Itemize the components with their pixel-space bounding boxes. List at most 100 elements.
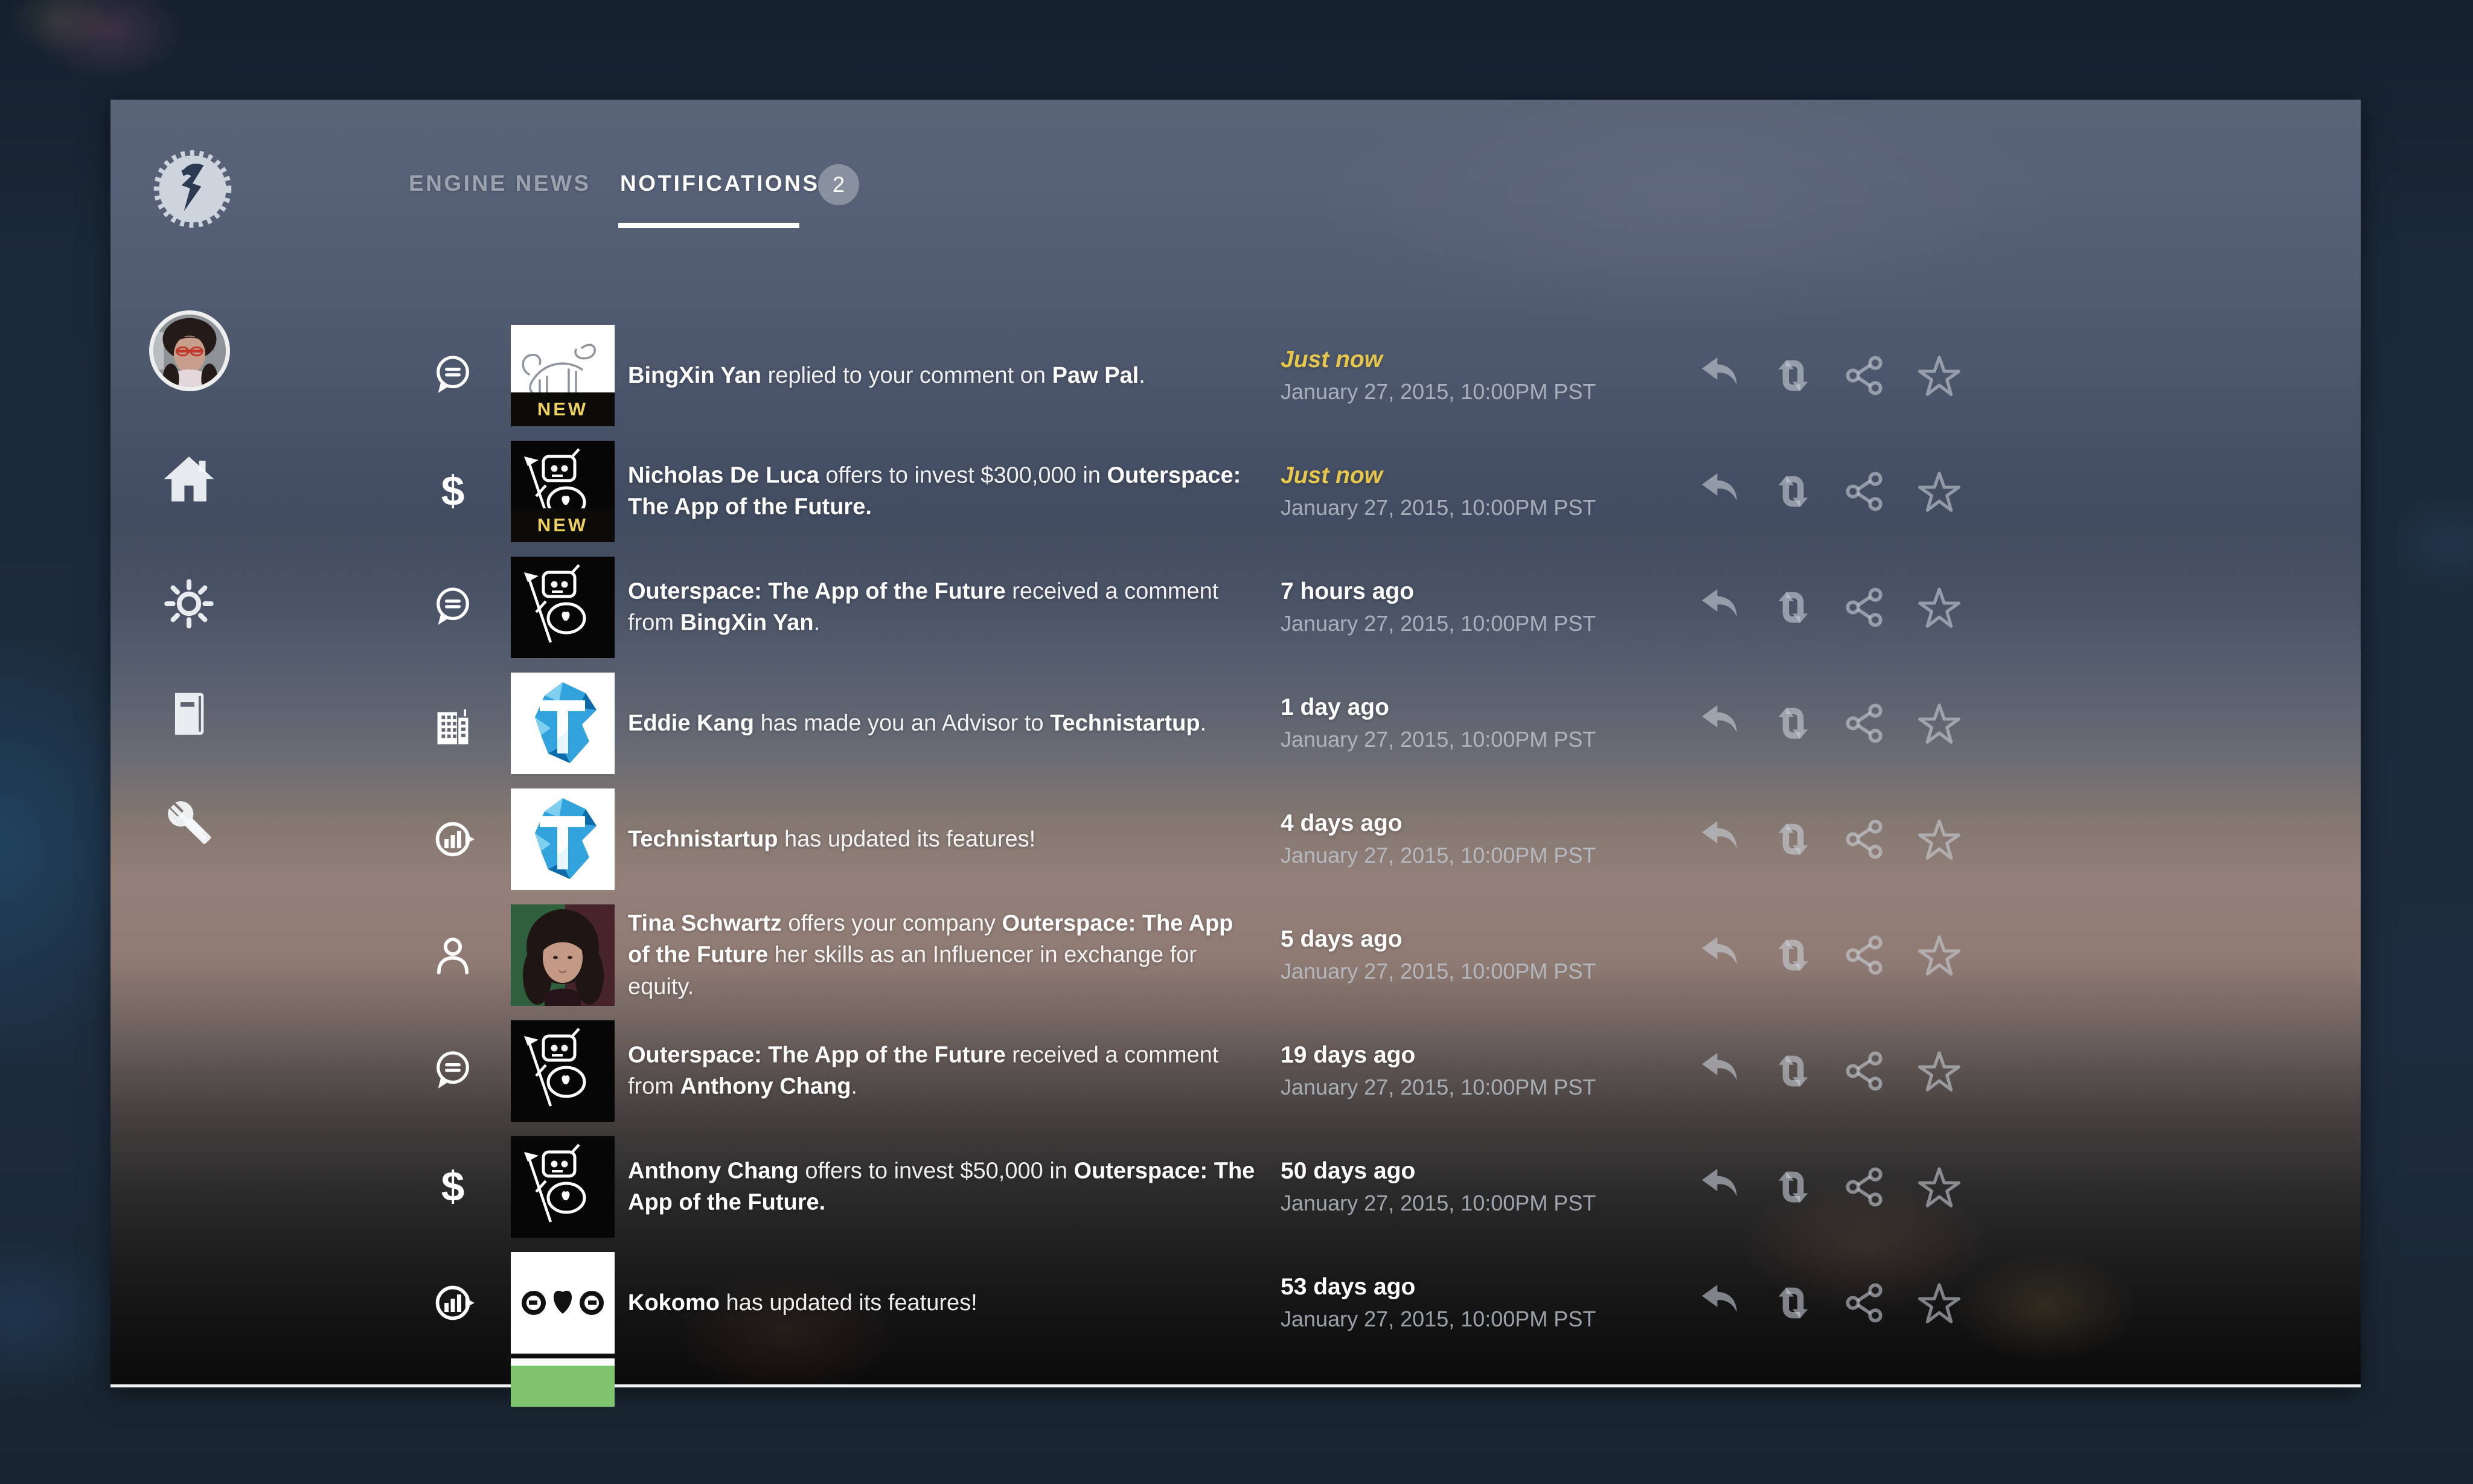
repost-button repost-icon[interactable] bbox=[1771, 353, 1816, 398]
share-button share-icon[interactable] bbox=[1844, 933, 1889, 977]
favorite-button star-icon[interactable] bbox=[1917, 701, 1962, 746]
reply-button reply-icon[interactable] bbox=[1698, 817, 1742, 862]
reply-button reply-icon[interactable] bbox=[1698, 353, 1742, 398]
notification-time: 1 day ago January 27, 2015, 10:00PM PST bbox=[1281, 694, 1596, 752]
notification-actions bbox=[1698, 1281, 1962, 1325]
new-badge-label: NEW bbox=[537, 398, 588, 420]
sidebar-item-home home-icon[interactable] bbox=[162, 452, 216, 505]
notification-type-icon bbox=[423, 701, 483, 746]
share-button share-icon[interactable] bbox=[1844, 1281, 1889, 1325]
sidebar-item-brightness sun-icon[interactable] bbox=[161, 575, 217, 632]
sidebar-item-notebook book-icon[interactable] bbox=[164, 688, 214, 738]
sidebar-user-avatar[interactable] bbox=[149, 310, 230, 391]
share-button share-icon[interactable] bbox=[1844, 585, 1889, 630]
full-date: January 27, 2015, 10:00PM PST bbox=[1281, 843, 1596, 868]
notification-avatar[interactable] bbox=[511, 1136, 615, 1238]
notification-time: 50 days ago January 27, 2015, 10:00PM PS… bbox=[1281, 1158, 1596, 1216]
notification-row: NEW BingXin Yan replied to your comment … bbox=[423, 318, 2349, 433]
reply-button reply-icon[interactable] bbox=[1698, 701, 1742, 746]
new-badge-label: NEW bbox=[537, 514, 588, 536]
notification-avatar[interactable]: NEW bbox=[511, 325, 615, 426]
notification-type-icon bbox=[423, 817, 483, 862]
full-date: January 27, 2015, 10:00PM PST bbox=[1281, 727, 1596, 752]
full-date: January 27, 2015, 10:00PM PST bbox=[1281, 379, 1596, 405]
favorite-button star-icon[interactable] bbox=[1917, 585, 1962, 630]
notification-row: Technistartup has updated its features! … bbox=[423, 781, 2349, 897]
repost-button repost-icon[interactable] bbox=[1771, 817, 1816, 862]
full-date: January 27, 2015, 10:00PM PST bbox=[1281, 959, 1596, 984]
favorite-button star-icon[interactable] bbox=[1917, 353, 1962, 398]
favorite-button star-icon[interactable] bbox=[1917, 817, 1962, 862]
relative-time: 4 days ago bbox=[1281, 810, 1596, 837]
notification-type-icon bbox=[423, 585, 483, 630]
notification-actions bbox=[1698, 1165, 1962, 1209]
reply-button reply-icon[interactable] bbox=[1698, 585, 1742, 630]
sidebar-item-tools wrench-screwdriver-icon[interactable] bbox=[162, 796, 216, 850]
reply-button reply-icon[interactable] bbox=[1698, 1281, 1742, 1325]
notification-type-icon bbox=[423, 933, 483, 977]
relative-time: 5 days ago bbox=[1281, 926, 1596, 953]
notification-time: 53 days ago January 27, 2015, 10:00PM PS… bbox=[1281, 1274, 1596, 1332]
relative-time: 19 days ago bbox=[1281, 1042, 1596, 1069]
notification-actions bbox=[1698, 469, 1962, 514]
share-button share-icon[interactable] bbox=[1844, 1049, 1889, 1093]
notification-time: 19 days ago January 27, 2015, 10:00PM PS… bbox=[1281, 1042, 1596, 1100]
notification-avatar[interactable] bbox=[511, 557, 615, 658]
relative-time: 1 day ago bbox=[1281, 694, 1596, 721]
reply-button reply-icon[interactable] bbox=[1698, 469, 1742, 514]
notification-text: Anthony Chang offers to invest $50,000 i… bbox=[628, 1156, 1259, 1219]
tab-notifications[interactable]: NOTIFICATIONS bbox=[620, 171, 820, 196]
share-button share-icon[interactable] bbox=[1844, 353, 1889, 398]
repost-button repost-icon[interactable] bbox=[1771, 1281, 1816, 1325]
notification-actions bbox=[1698, 701, 1962, 746]
notifications-count-badge: 2 bbox=[818, 164, 859, 205]
repost-button repost-icon[interactable] bbox=[1771, 1049, 1816, 1093]
notification-type-icon bbox=[423, 1281, 483, 1325]
notification-row: Anthony Chang offers to invest $50,000 i… bbox=[423, 1129, 2349, 1245]
notification-avatar[interactable] bbox=[511, 1252, 615, 1354]
full-date: January 27, 2015, 10:00PM PST bbox=[1281, 1191, 1596, 1216]
notification-time: 4 days ago January 27, 2015, 10:00PM PST bbox=[1281, 810, 1596, 868]
notification-avatar[interactable] bbox=[511, 904, 615, 1006]
repost-button repost-icon[interactable] bbox=[1771, 933, 1816, 977]
tab-engine-news[interactable]: ENGINE NEWS bbox=[409, 171, 591, 196]
favorite-button star-icon[interactable] bbox=[1917, 933, 1962, 977]
share-button share-icon[interactable] bbox=[1844, 469, 1889, 514]
notification-text: Eddie Kang has made you an Advisor to Te… bbox=[628, 708, 1259, 739]
repost-button repost-icon[interactable] bbox=[1771, 469, 1816, 514]
notification-row: Eddie Kang has made you an Advisor to Te… bbox=[423, 665, 2349, 781]
full-date: January 27, 2015, 10:00PM PST bbox=[1281, 1306, 1596, 1332]
notification-avatar[interactable] bbox=[511, 788, 615, 890]
share-button share-icon[interactable] bbox=[1844, 1165, 1889, 1209]
reply-button reply-icon[interactable] bbox=[1698, 1049, 1742, 1093]
notification-avatar[interactable] bbox=[511, 673, 615, 774]
share-button share-icon[interactable] bbox=[1844, 817, 1889, 862]
notification-list: NEW BingXin Yan replied to your comment … bbox=[423, 318, 2349, 1361]
notification-avatar[interactable]: NEW bbox=[511, 441, 615, 542]
next-notification-partial-logo bbox=[511, 1366, 615, 1407]
full-date: January 27, 2015, 10:00PM PST bbox=[1281, 495, 1596, 520]
relative-time: 7 hours ago bbox=[1281, 578, 1596, 605]
notification-time: Just now January 27, 2015, 10:00PM PST bbox=[1281, 462, 1596, 520]
repost-button repost-icon[interactable] bbox=[1771, 585, 1816, 630]
reply-button reply-icon[interactable] bbox=[1698, 933, 1742, 977]
notification-row: Tina Schwartz offers your company Outers… bbox=[423, 897, 2349, 1013]
notification-actions bbox=[1698, 585, 1962, 630]
notification-text: Outerspace: The App of the Future receiv… bbox=[628, 576, 1259, 639]
favorite-button star-icon[interactable] bbox=[1917, 1049, 1962, 1093]
share-button share-icon[interactable] bbox=[1844, 701, 1889, 746]
notification-row: Kokomo has updated its features! 53 days… bbox=[423, 1245, 2349, 1361]
favorite-button star-icon[interactable] bbox=[1917, 469, 1962, 514]
app-logo gear-lightning-icon bbox=[149, 146, 236, 232]
repost-button repost-icon[interactable] bbox=[1771, 1165, 1816, 1209]
new-badge: NEW bbox=[511, 508, 615, 542]
relative-time: Just now bbox=[1281, 462, 1596, 489]
notification-type-icon bbox=[423, 1049, 483, 1093]
active-tab-underline bbox=[618, 223, 799, 228]
favorite-button star-icon[interactable] bbox=[1917, 1281, 1962, 1325]
notification-text: Tina Schwartz offers your company Outers… bbox=[628, 907, 1259, 1002]
notification-avatar[interactable] bbox=[511, 1020, 615, 1122]
reply-button reply-icon[interactable] bbox=[1698, 1165, 1742, 1209]
repost-button repost-icon[interactable] bbox=[1771, 701, 1816, 746]
favorite-button star-icon[interactable] bbox=[1917, 1165, 1962, 1209]
